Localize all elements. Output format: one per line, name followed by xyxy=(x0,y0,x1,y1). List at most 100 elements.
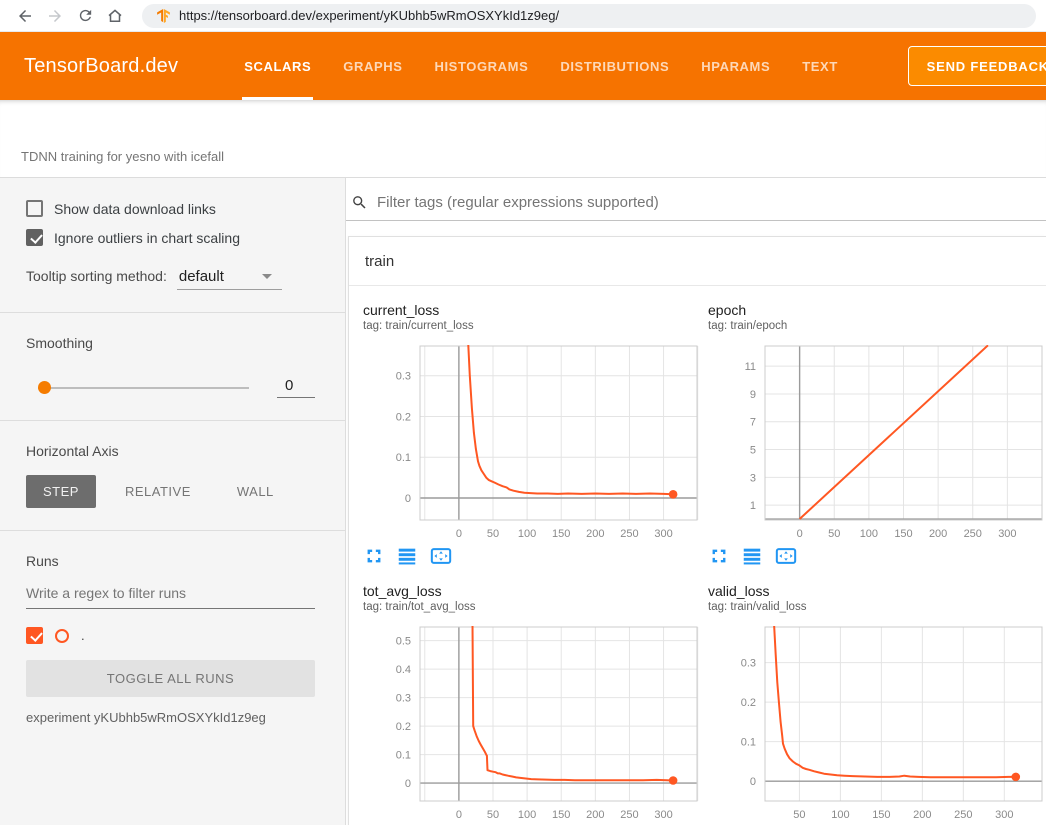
chart-actions xyxy=(363,545,695,567)
fullscreen-icon[interactable] xyxy=(708,545,730,567)
tab-graphs[interactable]: GRAPHS xyxy=(327,32,418,100)
svg-text:250: 250 xyxy=(620,809,638,820)
fit-domain-icon[interactable] xyxy=(774,545,798,567)
svg-text:7: 7 xyxy=(750,417,756,429)
svg-text:150: 150 xyxy=(552,528,570,539)
tab-histograms[interactable]: HISTOGRAMS xyxy=(418,32,544,100)
svg-text:1: 1 xyxy=(750,500,756,512)
run-row[interactable]: . xyxy=(26,627,315,644)
app-logo: TensorBoard.dev xyxy=(24,32,178,100)
tooltip-sorting-select[interactable]: default xyxy=(177,268,282,290)
svg-text:200: 200 xyxy=(929,528,947,539)
checkbox-show-download-links[interactable] xyxy=(26,200,43,217)
svg-text:0: 0 xyxy=(405,493,411,505)
smoothing-slider[interactable] xyxy=(38,387,249,389)
chart-actions xyxy=(708,545,1040,567)
browser-toolbar: https://tensorboard.dev/experiment/yKUbh… xyxy=(0,0,1046,32)
log-scale-icon[interactable] xyxy=(396,545,418,567)
svg-text:200: 200 xyxy=(586,809,604,820)
runs-label: Runs xyxy=(26,553,315,569)
svg-text:300: 300 xyxy=(654,809,672,820)
svg-text:5: 5 xyxy=(750,445,756,457)
checkbox-ignore-outliers[interactable] xyxy=(26,229,43,246)
axis-button-step[interactable]: STEP xyxy=(26,475,96,508)
tab-scalars[interactable]: SCALARS xyxy=(228,32,327,100)
smoothing-section: Smoothing 0 xyxy=(0,313,345,421)
svg-text:300: 300 xyxy=(654,528,672,539)
checkbox-row-ignore-outliers[interactable]: Ignore outliers in chart scaling xyxy=(26,229,315,246)
fullscreen-icon[interactable] xyxy=(363,545,385,567)
svg-text:100: 100 xyxy=(518,528,536,539)
svg-text:0.3: 0.3 xyxy=(396,693,411,705)
nav-tabs: SCALARSGRAPHSHISTOGRAMSDISTRIBUTIONSHPAR… xyxy=(228,32,854,100)
charts-grid: current_losstag: train/current_loss05010… xyxy=(349,286,1046,825)
svg-text:0.1: 0.1 xyxy=(741,737,756,749)
settings-sidebar: Show data download links Ignore outliers … xyxy=(0,178,346,825)
svg-text:0.1: 0.1 xyxy=(396,452,411,464)
runs-section: Runs . TOGGLE ALL RUNS experiment yKUbhb… xyxy=(0,531,345,747)
run-color-swatch-icon xyxy=(55,629,69,643)
tooltip-sorting-row: Tooltip sorting method: default xyxy=(26,268,315,290)
send-feedback-button[interactable]: SEND FEEDBACK xyxy=(908,46,1046,86)
svg-text:11: 11 xyxy=(745,361,756,373)
chart-tag: tag: train/current_loss xyxy=(363,319,695,333)
smoothing-slider-thumb[interactable] xyxy=(38,381,51,394)
svg-text:50: 50 xyxy=(828,528,840,539)
svg-text:0.4: 0.4 xyxy=(396,664,411,676)
experiment-title: TDNN training for yesno with icefall xyxy=(21,149,224,164)
svg-text:0: 0 xyxy=(797,528,803,539)
tab-text[interactable]: TEXT xyxy=(786,32,854,100)
experiment-title-band: TDNN training for yesno with icefall xyxy=(0,100,1046,178)
tab-hparams[interactable]: HPARAMS xyxy=(685,32,786,100)
runs-filter-input[interactable] xyxy=(26,585,315,609)
axis-button-wall[interactable]: WALL xyxy=(220,475,291,508)
chart-plot[interactable]: 0501001502002503001357911 xyxy=(708,339,1046,539)
chart-plot[interactable]: 05010015020025030000.10.20.30.40.5 xyxy=(363,620,701,820)
chart-title: tot_avg_loss xyxy=(363,583,695,599)
svg-text:100: 100 xyxy=(831,809,849,820)
svg-text:100: 100 xyxy=(860,528,878,539)
checkbox-row-show-download-links[interactable]: Show data download links xyxy=(26,200,315,217)
chevron-down-icon xyxy=(262,274,272,279)
svg-text:0.5: 0.5 xyxy=(396,636,411,648)
chart-plot[interactable]: 5010015020025030000.10.20.3 xyxy=(708,620,1046,820)
back-icon[interactable] xyxy=(10,3,40,29)
smoothing-label: Smoothing xyxy=(26,335,315,351)
svg-text:0: 0 xyxy=(456,809,462,820)
run-checkbox[interactable] xyxy=(26,627,43,644)
svg-text:3: 3 xyxy=(750,472,756,484)
chart-card-epoch: epochtag: train/epoch0501001502002503001… xyxy=(708,302,1040,567)
tag-filter-input[interactable] xyxy=(377,194,1046,211)
svg-text:50: 50 xyxy=(793,809,805,820)
svg-text:300: 300 xyxy=(998,528,1016,539)
log-scale-icon[interactable] xyxy=(741,545,763,567)
search-icon xyxy=(351,194,368,211)
forward-icon[interactable] xyxy=(40,3,70,29)
tag-group-header[interactable]: train xyxy=(349,237,1046,286)
app-header: TensorBoard.dev SCALARSGRAPHSHISTOGRAMSD… xyxy=(0,32,1046,100)
checkbox-list: Show data download links Ignore outliers … xyxy=(26,200,315,246)
svg-text:50: 50 xyxy=(487,809,499,820)
main-panel: train current_losstag: train/current_los… xyxy=(346,178,1046,825)
horizontal-axis-label: Horizontal Axis xyxy=(26,443,315,459)
experiment-note: experiment yKUbhb5wRmOSXYkId1z9eg xyxy=(26,710,315,725)
chart-card-current_loss: current_losstag: train/current_loss05010… xyxy=(363,302,695,567)
chart-title: epoch xyxy=(708,302,1040,318)
tab-distributions[interactable]: DISTRIBUTIONS xyxy=(544,32,685,100)
svg-text:100: 100 xyxy=(518,809,536,820)
svg-text:150: 150 xyxy=(894,528,912,539)
address-bar[interactable]: https://tensorboard.dev/experiment/yKUbh… xyxy=(142,4,1036,28)
svg-text:50: 50 xyxy=(487,528,499,539)
fit-domain-icon[interactable] xyxy=(429,545,453,567)
run-name: . xyxy=(81,628,85,643)
runs-list: . xyxy=(26,627,315,644)
checkbox-label: Show data download links xyxy=(54,201,216,217)
home-icon[interactable] xyxy=(100,3,130,29)
smoothing-value[interactable]: 0 xyxy=(277,377,315,398)
reload-icon[interactable] xyxy=(70,3,100,29)
axis-button-relative[interactable]: RELATIVE xyxy=(108,475,208,508)
toggle-all-runs-button[interactable]: TOGGLE ALL RUNS xyxy=(26,660,315,697)
svg-text:0: 0 xyxy=(456,528,462,539)
svg-text:0.3: 0.3 xyxy=(396,371,411,383)
chart-plot[interactable]: 05010015020025030000.10.20.3 xyxy=(363,339,701,539)
